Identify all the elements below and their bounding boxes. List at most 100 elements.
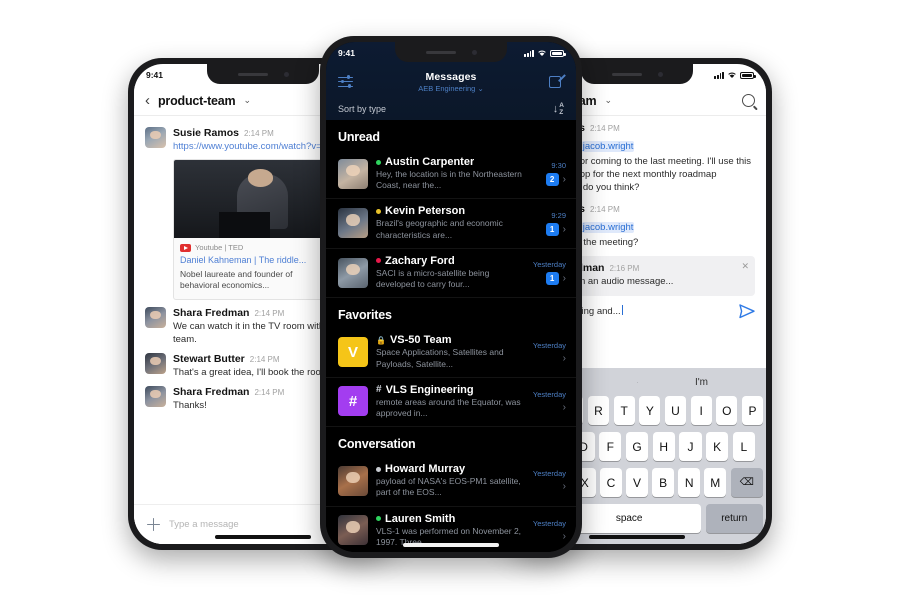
- speaker-grille: [611, 72, 642, 76]
- chevron-right-icon[interactable]: ›: [563, 353, 566, 364]
- message-input-placeholder[interactable]: Type a message: [169, 519, 239, 530]
- contact-name: Zachary Ford: [385, 254, 455, 267]
- home-indicator[interactable]: [215, 535, 311, 539]
- search-icon[interactable]: [742, 94, 755, 107]
- timestamp: 9:30: [551, 161, 566, 171]
- compose-icon[interactable]: [549, 73, 566, 90]
- backspace-key[interactable]: ⌫: [730, 468, 763, 497]
- page-title: Messages: [425, 71, 477, 83]
- status-indicators: [714, 71, 756, 79]
- message-time: 2:14 PM: [254, 308, 285, 318]
- key-j[interactable]: J: [679, 432, 702, 461]
- signal-icon: [524, 49, 534, 57]
- status-dot: [376, 258, 381, 264]
- close-icon[interactable]: ✕: [741, 261, 749, 272]
- center-phone-screen: 9:41 Messages AEB Engineering ⌄ Sort by …: [326, 42, 576, 552]
- chevron-down-icon[interactable]: ⌄: [243, 95, 251, 106]
- workspace-selector[interactable]: AEB Engineering ⌄: [353, 84, 549, 93]
- link-preview-card[interactable]: Youtube | TED Daniel Kahneman | The ridd…: [173, 159, 325, 300]
- avatar-glyph: V: [347, 343, 358, 361]
- chevron-right-icon[interactable]: ›: [563, 481, 566, 492]
- list-item[interactable]: Howard Murray payload of NASA's EOS-PM1 …: [326, 457, 576, 507]
- key-p[interactable]: P: [741, 396, 764, 425]
- unread-badge: 1: [545, 272, 559, 286]
- channel-name: VS-50 Team: [389, 334, 452, 347]
- section-header: Conversation: [338, 437, 416, 452]
- key-y[interactable]: Y: [639, 396, 661, 425]
- list-item[interactable]: Zachary Ford SACI is a micro-satellite b…: [326, 249, 576, 299]
- video-thumbnail[interactable]: [174, 160, 324, 239]
- card-source: Youtube | TED: [195, 243, 244, 253]
- key-l[interactable]: L: [732, 432, 755, 461]
- key-f[interactable]: F: [599, 432, 622, 461]
- front-camera: [657, 71, 663, 77]
- hash-icon: #: [376, 384, 382, 396]
- center-nav: Messages AEB Engineering ⌄: [326, 66, 576, 98]
- return-key[interactable]: return: [705, 504, 763, 533]
- message-author: Stewart Butter: [173, 352, 245, 365]
- home-indicator[interactable]: [589, 535, 685, 539]
- card-description: Nobel laureate and founder of behavioral…: [180, 268, 293, 291]
- front-camera: [471, 49, 477, 55]
- speaker-grille: [425, 50, 456, 54]
- key-g[interactable]: G: [625, 432, 649, 461]
- key-k[interactable]: K: [706, 432, 729, 461]
- list-item[interactable]: # # VLS Engineering remote areas around …: [326, 378, 576, 428]
- sort-az-icon[interactable]: ↓ AZ: [553, 102, 564, 116]
- plus-icon[interactable]: [147, 518, 160, 531]
- speaker-grille: [237, 72, 268, 76]
- mention[interactable]: jacob.wright: [581, 222, 635, 234]
- key-i[interactable]: I: [690, 396, 712, 425]
- list-item[interactable]: V 🔒 VS-50 Team Space Applications, Satel…: [326, 328, 576, 378]
- message-time: 2:14 PM: [243, 129, 274, 138]
- key-r[interactable]: R: [587, 396, 610, 425]
- chevron-right-icon[interactable]: ›: [563, 402, 566, 413]
- front-camera: [283, 71, 289, 77]
- list-item[interactable]: Austin Carpenter Hey, the location is in…: [326, 150, 576, 200]
- section-header: Unread: [338, 130, 380, 144]
- message-preview: payload of NASA's EOS-PM1 satellite, par…: [376, 476, 521, 498]
- message-preview: Space Applications, Satellites and Paylo…: [376, 347, 504, 369]
- back-icon[interactable]: ‹: [145, 93, 150, 108]
- home-indicator[interactable]: [403, 543, 499, 547]
- send-icon[interactable]: [739, 303, 755, 319]
- chevron-right-icon[interactable]: ›: [563, 531, 566, 542]
- wifi-icon: [538, 50, 546, 56]
- message-time: 2:14 PM: [249, 354, 280, 364]
- key-h[interactable]: H: [652, 432, 675, 461]
- chevron-right-icon[interactable]: ›: [563, 174, 566, 185]
- notch: [207, 64, 319, 84]
- key-u[interactable]: U: [664, 396, 687, 425]
- key-n[interactable]: N: [678, 468, 700, 497]
- message-time: 2:14 PM: [589, 124, 620, 133]
- key-o[interactable]: O: [716, 396, 738, 425]
- conversation-list[interactable]: Unread Austin Carpenter Hey, the locatio…: [326, 120, 576, 552]
- notch: [581, 64, 693, 84]
- sort-bar[interactable]: Sort by type ↓ AZ: [326, 98, 576, 120]
- message-author: Shara Fredman: [173, 306, 250, 319]
- chevron-right-icon[interactable]: ›: [563, 224, 566, 235]
- message-time: 2:14 PM: [589, 205, 620, 215]
- chevron-down-icon[interactable]: ⌄: [604, 95, 612, 106]
- key-v[interactable]: V: [626, 468, 648, 497]
- key-b[interactable]: B: [652, 468, 674, 497]
- chevron-right-icon[interactable]: ›: [563, 273, 566, 284]
- workspace-name: AEB Engineering: [418, 84, 476, 93]
- card-title[interactable]: Daniel Kahneman | The riddle...: [180, 255, 318, 267]
- contact-name: Howard Murray: [385, 463, 466, 476]
- mention[interactable]: jacob.wright: [581, 141, 635, 152]
- message-author: Shara Fredman: [173, 386, 250, 399]
- speaker-head: [247, 169, 273, 187]
- prediction-word[interactable]: I'm: [637, 377, 766, 388]
- avatar: [338, 257, 368, 288]
- avatar: V: [338, 337, 368, 368]
- key-c[interactable]: C: [600, 468, 622, 497]
- message-time: 2:14 PM: [254, 388, 285, 398]
- battery-icon: [740, 71, 756, 79]
- list-item[interactable]: Kevin Peterson Brazil's geographic and e…: [326, 199, 576, 249]
- channel-title: product-team: [158, 93, 236, 108]
- key-m[interactable]: M: [704, 468, 727, 497]
- sliders-icon[interactable]: [338, 75, 353, 89]
- contact-name: Kevin Peterson: [385, 205, 466, 218]
- key-t[interactable]: T: [613, 396, 635, 425]
